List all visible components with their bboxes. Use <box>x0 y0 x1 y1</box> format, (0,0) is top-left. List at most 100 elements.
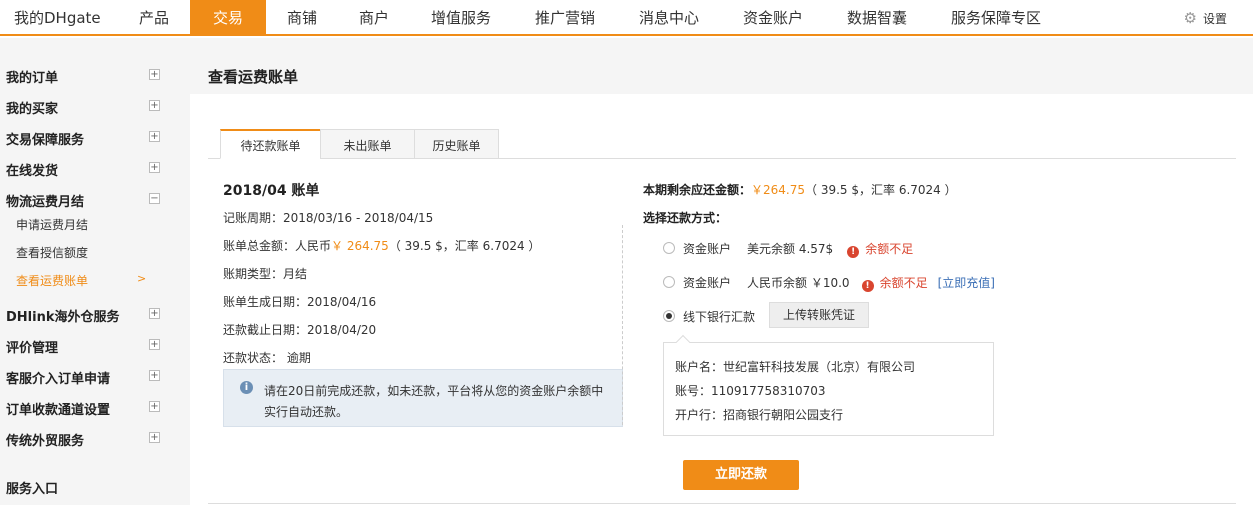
expand-icon[interactable]: + <box>149 339 160 350</box>
warning-icon: ! <box>861 280 874 292</box>
created-value: 2018/04/16 <box>307 295 377 309</box>
remaining-note: （ 39.5 $，汇率 6.7024 ） <box>805 183 957 197</box>
sidebar-item-shipping[interactable]: 在线发货 + <box>6 160 160 179</box>
expand-icon[interactable]: + <box>149 370 160 381</box>
expand-icon[interactable]: + <box>149 131 160 142</box>
sidebar-item-reviews[interactable]: 评价管理 + <box>6 337 160 356</box>
gear-icon: ⚙ <box>1183 9 1197 27</box>
remaining-amount-line: 本期剩余应还金额：￥264.75（ 39.5 $，汇率 6.7024 ） <box>643 181 957 198</box>
option-cny-account: 资金账户 人民币余额 ￥10.0! 余额不足 [立即充值] <box>683 274 995 292</box>
status-label: 还款状态： <box>223 351 284 365</box>
divider <box>622 225 623 425</box>
tab-history[interactable]: 历史账单 <box>414 129 499 159</box>
option-bank-transfer: 线下银行汇款 <box>683 310 756 324</box>
due-label: 还款截止日期： <box>223 323 308 337</box>
nav-my-dhgate[interactable]: 我的DHgate <box>14 0 101 36</box>
expand-icon[interactable]: + <box>149 69 160 80</box>
collapse-icon[interactable]: − <box>149 193 160 204</box>
option-usd-account: 资金账户 美元余额 4.57$! 余额不足 <box>683 240 913 258</box>
title-bar: 查看运费账单 <box>190 38 1253 94</box>
sidebar-item-dhlink[interactable]: DHlink海外仓服务 + <box>6 306 160 325</box>
sidebar-item-orders[interactable]: 我的订单 + <box>6 67 160 86</box>
nav-products[interactable]: 产品 <box>139 0 169 36</box>
sidebar-item-label: 在线发货 <box>6 164 59 179</box>
option-balance: 人民币余额 ￥10.0 <box>747 276 850 290</box>
nav-trade[interactable]: 交易 <box>190 0 266 36</box>
due-value: 2018/04/20 <box>307 323 377 337</box>
settings-link[interactable]: ⚙ 设置 <box>1184 0 1227 36</box>
page-title: 查看运费账单 <box>208 68 299 86</box>
expand-icon[interactable]: + <box>149 100 160 111</box>
type-value: 月结 <box>283 267 308 281</box>
sidebar-service-entry[interactable]: 服务入口 <box>6 478 156 497</box>
sidebar-item-trade-protection[interactable]: 交易保障服务 + <box>6 129 160 148</box>
sidebar-item-label: 传统外贸服务 <box>6 434 85 449</box>
total-note: （ 39.5 $，汇率 6.7024 ） <box>388 239 541 253</box>
sidebar-item-payment-channel[interactable]: 订单收款通道设置 + <box>6 399 160 418</box>
nav-service[interactable]: 服务保障专区 <box>951 0 1041 36</box>
nav-messages[interactable]: 消息中心 <box>639 0 699 36</box>
expand-icon[interactable]: + <box>149 162 160 173</box>
total-label: 账单总金额：人民币 <box>223 239 332 253</box>
sidebar-item-dispute[interactable]: 客服介入订单申请 + <box>6 368 160 387</box>
expand-icon[interactable]: + <box>149 432 160 443</box>
expand-icon[interactable]: + <box>149 401 160 412</box>
nav-store[interactable]: 商铺 <box>287 0 317 36</box>
sidebar-subitem-apply[interactable]: 申请运费月结 <box>16 216 88 233</box>
option-name: 资金账户 <box>683 276 732 290</box>
tab-unbilled[interactable]: 未出账单 <box>320 129 415 159</box>
created-label: 账单生成日期： <box>223 295 308 309</box>
billing-period: 记账周期：2018/03/16 - 2018/04/15 <box>223 209 433 226</box>
total-amount: ￥ 264.75 <box>331 239 389 253</box>
tab-pending[interactable]: 待还款账单 <box>220 129 321 159</box>
chevron-right-icon: > <box>137 272 147 285</box>
sidebar-item-label: 我的订单 <box>6 71 59 86</box>
sidebar-item-buyers[interactable]: 我的买家 + <box>6 98 160 117</box>
nav-value-added[interactable]: 增值服务 <box>431 0 491 36</box>
recharge-link[interactable]: [立即充值] <box>938 276 995 290</box>
sidebar-item-label: 订单收款通道设置 <box>6 403 111 418</box>
upload-voucher-button[interactable]: 上传转账凭证 <box>769 302 869 328</box>
nav-marketing[interactable]: 推广营销 <box>535 0 595 36</box>
bill-title: 2018/04 账单 <box>223 183 320 199</box>
option-name: 资金账户 <box>683 242 732 256</box>
sidebar-item-label: 评价管理 <box>6 341 59 356</box>
bill-status: 还款状态： 逾期 <box>223 349 311 366</box>
option-balance: 美元余额 4.57$ <box>747 242 834 256</box>
info-icon: i <box>240 381 253 394</box>
bill-tabs: 待还款账单 未出账单 历史账单 <box>208 129 1236 159</box>
insufficient-text: 余额不足 <box>865 242 914 256</box>
nav-funds[interactable]: 资金账户 <box>743 0 803 36</box>
sidebar-item-label: 我的买家 <box>6 102 59 117</box>
radio-bank-transfer[interactable] <box>663 310 675 322</box>
bottom-divider <box>208 503 1236 504</box>
auto-repay-notice: i 请在20日前完成还款，如未还款，平台将从您的资金账户余额中实行自动还款。 <box>223 369 623 427</box>
type-label: 账期类型： <box>223 267 284 281</box>
sidebar-subitem-credit[interactable]: 查看授信额度 <box>16 244 88 261</box>
nav-merchant[interactable]: 商户 <box>359 0 389 36</box>
settings-label: 设置 <box>1202 12 1227 26</box>
caret <box>675 334 691 350</box>
radio-usd-account[interactable] <box>663 242 675 254</box>
bill-total: 账单总金额：人民币￥ 264.75（ 39.5 $，汇率 6.7024 ） <box>223 237 540 254</box>
method-label: 选择还款方式： <box>643 211 728 225</box>
sidebar-item-traditional-trade[interactable]: 传统外贸服务 + <box>6 430 160 449</box>
sidebar-item-logistics-monthly[interactable]: 物流运费月结 − <box>6 191 160 210</box>
sidebar-item-label: 客服介入订单申请 <box>6 372 111 387</box>
sidebar-subitem-bills[interactable]: 查看运费账单 <box>16 272 88 289</box>
bank-account-number: 账号：110917758310703 <box>675 384 826 398</box>
top-nav: 我的DHgate 产品 交易 商铺 商户 增值服务 推广营销 消息中心 资金账户… <box>0 0 1253 36</box>
bank-branch: 开户行：招商银行朝阳公园支行 <box>675 408 844 422</box>
nav-data[interactable]: 数据智囊 <box>847 0 907 36</box>
insufficient-text: 余额不足 <box>879 276 928 290</box>
bill-due-date: 还款截止日期：2018/04/20 <box>223 321 376 338</box>
remaining-amount: ￥264.75 <box>751 183 806 197</box>
sidebar: 我的订单 + 我的买家 + 交易保障服务 + 在线发货 + 物流运费月结 − 申请运费月结… <box>0 38 190 505</box>
sidebar-item-label: 物流运费月结 <box>6 195 85 210</box>
bank-info-box: 账户名：世纪富轩科技发展（北京）有限公司 账号：110917758310703 … <box>663 334 994 436</box>
status-value: 逾期 <box>286 351 311 365</box>
radio-cny-account[interactable] <box>663 276 675 288</box>
period-label: 记账周期： <box>223 211 284 225</box>
pay-now-button[interactable]: 立即还款 <box>683 460 799 490</box>
expand-icon[interactable]: + <box>149 308 160 319</box>
